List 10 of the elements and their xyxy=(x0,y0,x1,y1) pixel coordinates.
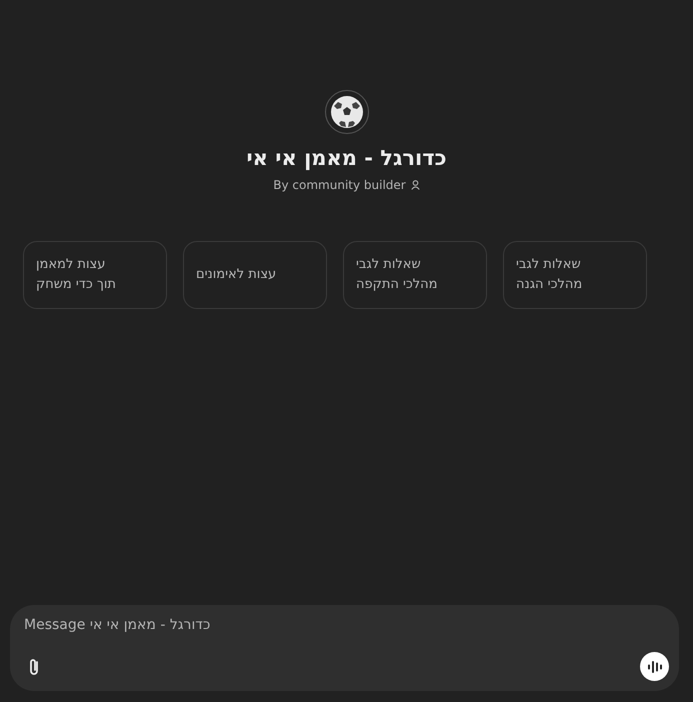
message-input[interactable]: Message כדורגל - מאמן אי אי xyxy=(24,617,669,633)
suggestion-card[interactable]: עצות לאימונים xyxy=(183,241,327,309)
voice-button[interactable] xyxy=(640,652,669,681)
author-byline: By community builder xyxy=(273,178,406,192)
person-icon xyxy=(410,180,420,190)
suggestion-card[interactable]: שאלות לגבי מהלכי התקפה xyxy=(343,241,487,309)
suggestion-card[interactable]: שאלות לגבי מהלכי הגנה xyxy=(503,241,647,309)
suggestion-card[interactable]: עצות למאמן תוך כדי משחק xyxy=(23,241,167,309)
waveform-icon xyxy=(646,660,662,674)
gpt-title: כדורגל - מאמן אי אי xyxy=(246,146,446,170)
